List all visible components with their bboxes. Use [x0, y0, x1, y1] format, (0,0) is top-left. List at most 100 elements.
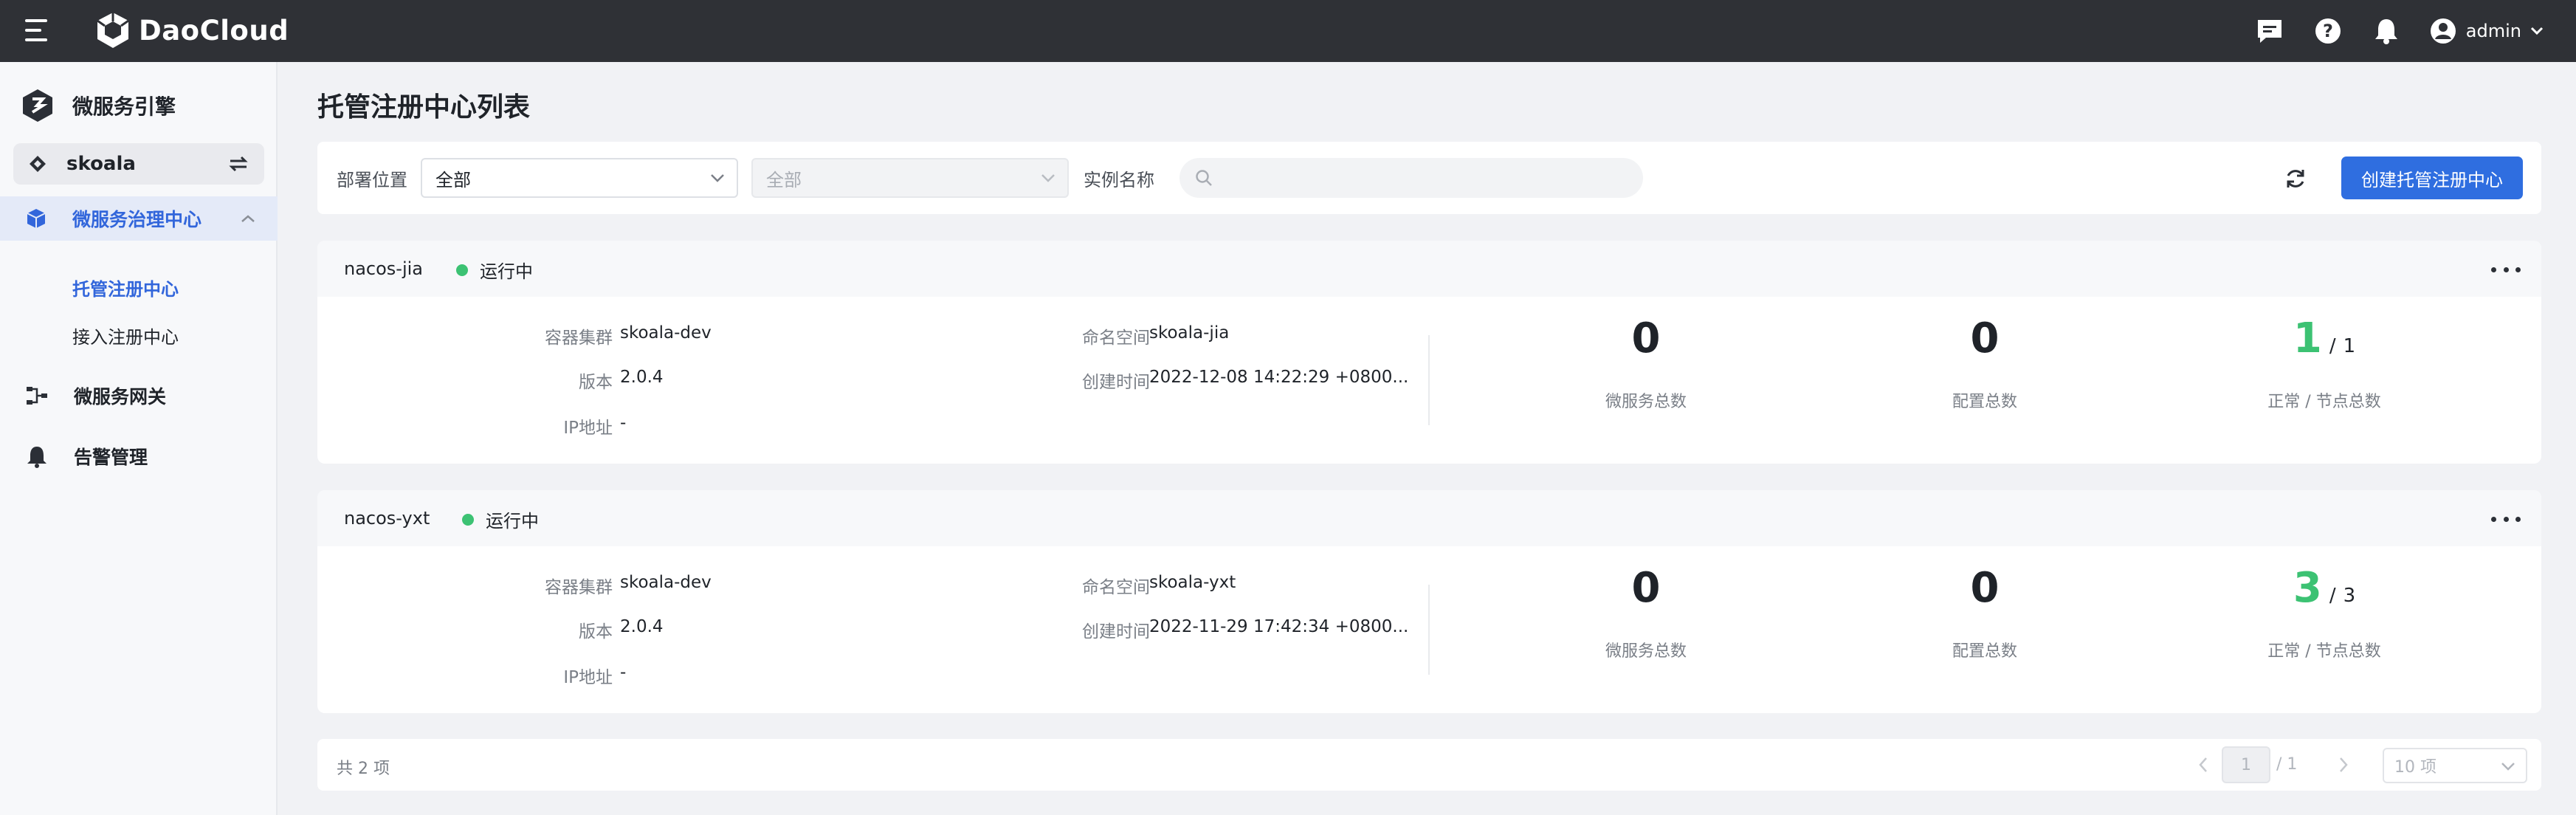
create-registry-button[interactable]: 创建托管注册中心: [2341, 157, 2523, 199]
top-bar: DaoCloud ? admin: [0, 0, 2576, 62]
notification-bell-icon[interactable]: [2371, 16, 2402, 47]
nodes-ratio: 3 / 3: [2214, 564, 2435, 612]
instance-card[interactable]: nacos-yxt 运行中 容器集群 skoala-dev 版本 2.0.4 I…: [317, 490, 2541, 713]
namespace-value: skoala-yxt: [1149, 573, 1236, 592]
workspace-selector[interactable]: skoala: [13, 143, 264, 185]
chevron-down-icon: [2501, 763, 2515, 771]
refresh-icon[interactable]: [2281, 164, 2310, 193]
status-text: 运行中: [486, 511, 539, 532]
pagination: 共 2 项 1 / 1 10 项: [317, 739, 2541, 791]
services-count: 0: [1631, 314, 1661, 362]
module-title: 微服务引擎: [72, 94, 176, 119]
filter-bar: 部署位置 全部 全部 实例名称 创建托管注册中心: [317, 142, 2541, 214]
svg-text:?: ?: [2323, 21, 2333, 41]
status-badge: 运行中: [462, 506, 539, 532]
more-actions-icon[interactable]: [2491, 508, 2521, 530]
instance-search[interactable]: [1179, 158, 1643, 198]
created-value: 2022-11-29 17:42:34 +0800...: [1149, 617, 1409, 636]
version-value: 2.0.4: [620, 617, 664, 636]
configs-label: 配置总数: [1952, 642, 2017, 661]
more-actions-icon[interactable]: [2491, 258, 2521, 281]
card-header: nacos-jia 运行中: [317, 241, 2541, 297]
cluster-value: 全部: [766, 169, 802, 190]
cluster-label: 容器集群: [545, 578, 613, 597]
gateway-icon: [27, 387, 47, 405]
ip-value: -: [620, 663, 627, 682]
namespace-value: skoala-jia: [1149, 323, 1230, 343]
divider: [1428, 335, 1430, 425]
chevron-right-icon[interactable]: [2332, 754, 2355, 776]
sidebar-item-label: 微服务网关: [74, 386, 167, 408]
sidebar-item-alerts[interactable]: 告警管理: [25, 443, 148, 470]
sidebar-item-access-registry[interactable]: 接入注册中心: [72, 323, 179, 348]
nodes-ok: 1: [2293, 314, 2322, 362]
daocloud-logo-icon: [97, 13, 129, 48]
workspace-name: skoala: [66, 153, 136, 175]
search-input[interactable]: [1222, 168, 1636, 188]
instance-name[interactable]: nacos-jia: [344, 258, 423, 279]
top-actions: ? admin: [2254, 0, 2576, 62]
card-header: nacos-yxt 运行中: [317, 490, 2541, 546]
ip-label: IP地址: [563, 419, 613, 438]
version-value: 2.0.4: [620, 368, 664, 387]
page-size-value: 10 项: [2394, 758, 2436, 777]
configs-label: 配置总数: [1952, 393, 2017, 411]
services-label: 微服务总数: [1605, 393, 1687, 411]
nodes-label: 正常 / 节点总数: [2267, 393, 2381, 411]
location-value: 全部: [435, 169, 471, 190]
configs-count: 0: [1970, 564, 2000, 612]
page-total: / 1: [2276, 755, 2298, 774]
page-input[interactable]: 1: [2222, 746, 2270, 783]
ip-label: IP地址: [563, 668, 613, 687]
cluster-label: 容器集群: [545, 329, 613, 348]
cluster-value: skoala-dev: [620, 573, 712, 592]
status-text: 运行中: [480, 261, 533, 282]
cluster-value: skoala-dev: [620, 323, 712, 343]
nodes-total: 1: [2343, 335, 2356, 357]
version-label: 版本: [579, 622, 613, 642]
nodes-sep: /: [2329, 585, 2336, 607]
location-select[interactable]: 全部: [421, 158, 738, 198]
sidebar-item-gateway[interactable]: 微服务网关: [25, 382, 166, 409]
page-size-select[interactable]: 10 项: [2383, 748, 2527, 783]
chevron-up-icon: [241, 215, 255, 222]
created-value: 2022-12-08 14:22:29 +0800...: [1149, 368, 1409, 387]
services-label: 微服务总数: [1605, 642, 1687, 661]
help-icon[interactable]: ?: [2312, 16, 2343, 47]
sidebar-item-hosted-registry[interactable]: 托管注册中心: [72, 275, 179, 300]
namespace-label: 命名空间: [1082, 329, 1150, 348]
user-menu[interactable]: admin: [2429, 17, 2544, 45]
created-label: 创建时间: [1082, 373, 1150, 392]
version-label: 版本: [579, 373, 613, 392]
nodes-total: 3: [2343, 585, 2356, 607]
microservice-engine-icon: [23, 89, 52, 122]
instance-name[interactable]: nacos-yxt: [344, 508, 430, 529]
search-icon: [1196, 170, 1212, 186]
status-dot: [462, 513, 474, 526]
instance-name-label: 实例名称: [1084, 170, 1154, 190]
ip-value: -: [620, 413, 627, 433]
nodes-ratio: 1 / 1: [2214, 314, 2435, 362]
switch-icon[interactable]: [227, 154, 249, 174]
nodes-ok: 3: [2293, 564, 2322, 612]
chevron-down-icon: [1041, 174, 1055, 182]
nav-group-governance[interactable]: 微服务治理中心: [0, 196, 278, 241]
module-header: 微服务引擎: [19, 87, 176, 124]
chevron-down-icon: [2530, 27, 2544, 35]
user-name: admin: [2465, 21, 2521, 41]
created-label: 创建时间: [1082, 622, 1150, 642]
divider: [1428, 585, 1430, 675]
sidebar: 微服务引擎 skoala 微服务治理中心 托管注册中心 接入注册中心 微服务网关…: [0, 62, 278, 815]
message-icon[interactable]: [2254, 16, 2285, 47]
hamburger-menu-icon[interactable]: [22, 18, 52, 44]
instance-card[interactable]: nacos-jia 运行中 容器集群 skoala-dev 版本 2.0.4 I…: [317, 241, 2541, 464]
nodes-label: 正常 / 节点总数: [2267, 642, 2381, 661]
chevron-left-icon[interactable]: [2192, 754, 2214, 776]
sidebar-item-label: 告警管理: [74, 447, 148, 468]
avatar-icon: [2430, 18, 2456, 44]
location-label: 部署位置: [337, 170, 407, 190]
daocloud-logo[interactable]: DaoCloud: [94, 9, 289, 52]
cluster-select: 全部: [751, 158, 1069, 198]
total-count: 共 2 项: [337, 760, 390, 778]
services-count: 0: [1631, 564, 1661, 612]
